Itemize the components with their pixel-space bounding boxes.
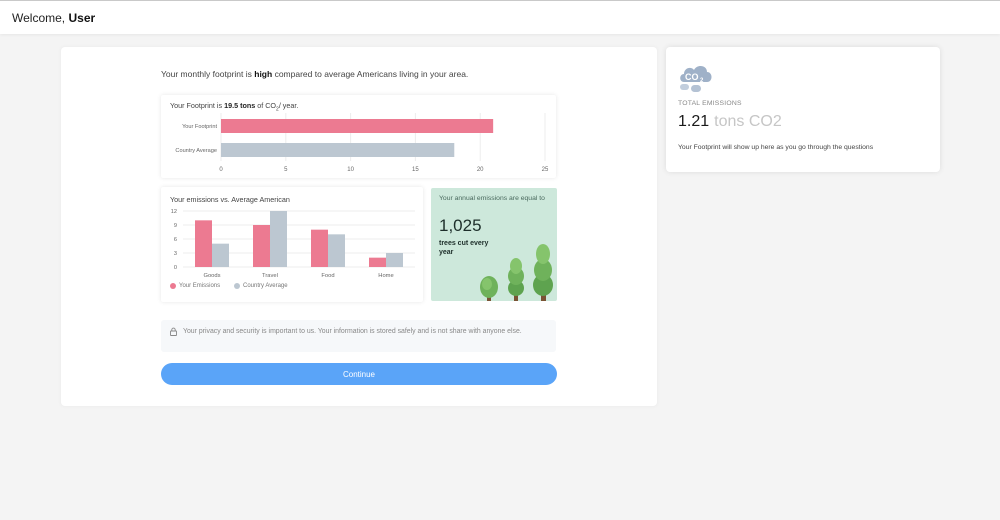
svg-text:CO: CO xyxy=(685,72,699,82)
bar xyxy=(386,253,403,267)
emissions-card: Your emissions vs. Average American 0369… xyxy=(161,187,423,302)
y-tick-label: 0 xyxy=(174,265,177,271)
bar xyxy=(195,220,212,267)
bar xyxy=(270,211,287,267)
bar xyxy=(253,225,270,267)
bar xyxy=(212,243,229,267)
headline-level: high xyxy=(254,69,273,79)
x-tick-label: 25 xyxy=(542,167,549,173)
headline-prefix: Your monthly footprint is xyxy=(161,69,252,79)
user-name: User xyxy=(68,11,96,25)
y-tick-label: 9 xyxy=(174,223,177,229)
total-emissions-card: CO 2 TOTAL EMISSIONS 1.21 tons CO2 Your F… xyxy=(666,47,940,172)
footprint-note: Your Footprint will show up here as you … xyxy=(678,144,874,151)
lock-icon xyxy=(170,327,177,336)
continue-button[interactable]: Continue xyxy=(161,363,557,385)
total-value-number: 1.21 xyxy=(678,113,710,130)
top-bar: Welcome, User xyxy=(0,0,1000,34)
trees-count: 1,025 xyxy=(439,216,482,235)
x-tick-label: Home xyxy=(378,273,393,279)
x-tick-label: 20 xyxy=(477,167,484,173)
bar xyxy=(369,257,386,267)
privacy-notice: Your privacy and security is important t… xyxy=(161,320,556,352)
trees-card: Your annual emissions are equal to 1,025… xyxy=(431,188,557,301)
legend-label-average: Country Average xyxy=(243,283,288,289)
welcome-text: Welcome, User xyxy=(12,11,95,25)
legend-label-yours: Your Emissions xyxy=(179,283,221,289)
legend-your-emissions: Your Emissions xyxy=(170,283,220,289)
footprint-bar-chart: 0 5 10 15 20 25 Your Footprint Country Average xyxy=(175,113,549,173)
emissions-bar-chart: 0 3 6 9 12 Goods Travel Food Home xyxy=(171,209,415,279)
headline-suffix: compared to average Americans living in … xyxy=(274,69,469,79)
legend-dot-yours xyxy=(170,283,176,289)
category-label: Country Average xyxy=(175,148,217,154)
footprint-card: Your Footprint is 19.5 tons of CO2/ year… xyxy=(161,95,556,178)
legend-dot-average xyxy=(234,283,240,289)
legend-country-average: Country Average xyxy=(234,283,288,289)
x-tick-label: Food xyxy=(321,273,334,279)
footprint-headline: Your monthly footprint is high compared … xyxy=(161,69,468,79)
x-tick-label: 15 xyxy=(412,167,419,173)
total-emissions-label: TOTAL EMISSIONS xyxy=(678,100,742,107)
privacy-text: Your privacy and security is important t… xyxy=(183,328,522,335)
trees-caption: Your annual emissions are equal to xyxy=(439,195,545,202)
x-tick-label: Goods xyxy=(203,273,220,279)
total-emissions-value: 1.21 tons CO2 xyxy=(678,113,782,131)
trees-label: trees cut every year xyxy=(439,240,489,256)
bar xyxy=(221,143,455,157)
x-tick-label: 5 xyxy=(284,167,288,173)
bar xyxy=(311,229,328,267)
co2-cloud-icon: CO 2 xyxy=(680,66,712,92)
bar xyxy=(221,119,494,133)
y-tick-label: 12 xyxy=(171,209,177,215)
category-label: Your Footprint xyxy=(182,124,217,130)
x-tick-label: 10 xyxy=(347,167,354,173)
y-tick-label: 6 xyxy=(174,237,177,243)
x-tick-label: 0 xyxy=(219,167,223,173)
y-tick-label: 3 xyxy=(174,251,177,257)
x-tick-label: Travel xyxy=(262,273,278,279)
welcome-greeting: Welcome, xyxy=(12,11,66,25)
bar xyxy=(328,234,345,267)
total-value-unit: tons CO2 xyxy=(714,113,782,130)
